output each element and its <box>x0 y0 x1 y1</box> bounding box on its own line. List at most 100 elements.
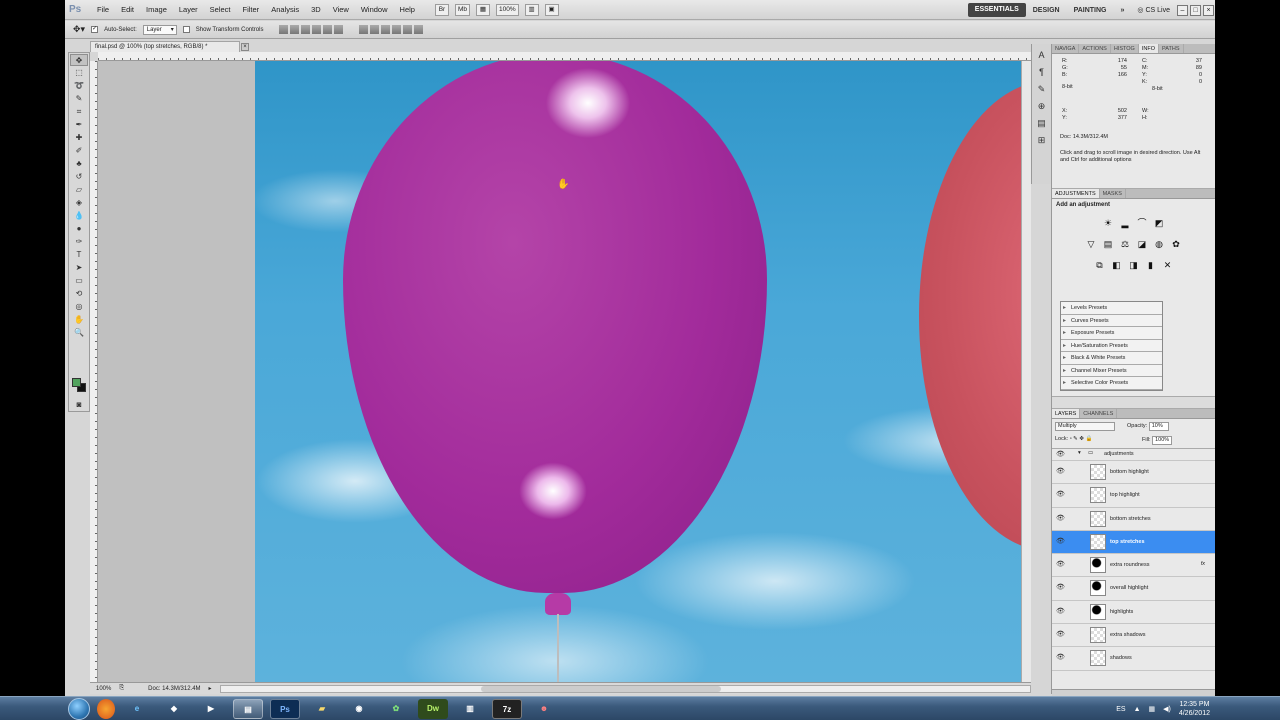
quick-mask-icon[interactable]: ◙ <box>70 399 88 411</box>
bird-app-icon[interactable]: ◉ <box>344 699 374 719</box>
move-tool-preset-icon[interactable]: ✥▾ <box>73 24 85 35</box>
shape-tool-icon[interactable]: ▭ <box>70 275 88 287</box>
clone-source-panel-icon[interactable]: ⊕ <box>1036 101 1048 112</box>
dodge-tool-icon[interactable]: ● <box>70 223 88 235</box>
horizontal-scroll-thumb[interactable] <box>480 685 721 692</box>
lock-transparency-icon[interactable]: ▫ <box>1070 436 1072 442</box>
layer-fx-badge[interactable]: fx <box>1201 561 1205 567</box>
visibility-eye-icon[interactable]: 👁 <box>1056 490 1065 498</box>
extras-icon[interactable]: ▦ <box>476 3 490 16</box>
zoom-readout-icon[interactable]: ⎘ <box>119 685 124 692</box>
distribute-bottom-icon[interactable] <box>381 25 391 34</box>
opacity-input[interactable]: 10% <box>1148 422 1169 431</box>
group-expand-icon[interactable]: ▾ <box>1078 450 1081 456</box>
3d-rotate-tool-icon[interactable]: ⟲ <box>70 288 88 300</box>
start-button[interactable] <box>68 697 90 720</box>
visibility-eye-icon[interactable]: 👁 <box>1056 467 1065 475</box>
media-player-icon[interactable]: ▶ <box>196 699 226 719</box>
distribute-hcenter-icon[interactable] <box>403 25 413 34</box>
pinned-app-icon[interactable]: ◆ <box>159 699 189 719</box>
layer-group-row[interactable]: 👁 ▾ ▭ adjustments <box>1052 449 1215 461</box>
menu-filter[interactable]: Filter <box>237 5 266 14</box>
align-bottom-icon[interactable] <box>301 25 311 34</box>
tab-paths[interactable]: PATHS <box>1159 44 1184 53</box>
black-white-icon[interactable]: ◪ <box>1137 239 1148 250</box>
visibility-eye-icon[interactable]: 👁 <box>1056 560 1065 568</box>
preset-channel-mixer[interactable]: Channel Mixer Presets <box>1061 365 1162 377</box>
paint-bucket-tool-icon[interactable]: ◈ <box>70 197 88 209</box>
transform-controls-checkbox[interactable] <box>182 26 190 33</box>
tray-arrow-icon[interactable]: ▲ <box>1134 706 1141 713</box>
blur-tool-icon[interactable]: 💧 <box>70 210 88 222</box>
distribute-top-icon[interactable] <box>359 25 369 34</box>
type-tool-icon[interactable]: T <box>70 249 88 261</box>
menu-layer[interactable]: Layer <box>173 5 204 14</box>
clock[interactable]: 12:35 PM 4/26/2012 <box>1179 700 1210 718</box>
history-brush-tool-icon[interactable]: ↺ <box>70 171 88 183</box>
align-hcenter-icon[interactable] <box>323 25 333 34</box>
align-vcenter-icon[interactable] <box>290 25 300 34</box>
paragraph-panel-icon[interactable]: ¶ <box>1036 67 1048 78</box>
tool-presets-panel-icon[interactable]: ⊞ <box>1036 135 1048 146</box>
visibility-eye-icon[interactable]: 👁 <box>1056 450 1065 458</box>
preset-hue-saturation[interactable]: Hue/Saturation Presets <box>1061 340 1162 352</box>
gradient-map-icon[interactable]: ▮ <box>1145 260 1156 271</box>
dreamweaver-taskbar-icon[interactable]: Dw <box>418 698 448 719</box>
crop-tool-icon[interactable]: ⌗ <box>70 106 88 118</box>
vibrance-icon[interactable]: ▽ <box>1086 239 1097 250</box>
invert-icon[interactable]: ⧉ <box>1094 260 1105 271</box>
preset-selective-color[interactable]: Selective Color Presets <box>1061 377 1162 390</box>
lock-position-icon[interactable]: ✥ <box>1079 436 1084 442</box>
visibility-eye-icon[interactable]: 👁 <box>1056 607 1065 615</box>
color-balance-icon[interactable]: ⚖ <box>1120 239 1131 250</box>
layer-row[interactable]: 👁 shadows <box>1052 647 1215 671</box>
brush-tool-icon[interactable]: ✐ <box>70 145 88 157</box>
levels-icon[interactable]: ▂ <box>1120 218 1131 229</box>
zoom-tool-icon[interactable]: 🔍 <box>70 327 88 339</box>
layer-row[interactable]: 👁 highlights <box>1052 601 1215 625</box>
tab-histogram[interactable]: HISTOG <box>1111 44 1139 53</box>
close-icon[interactable]: × <box>1203 4 1214 16</box>
hand-tool-icon[interactable]: ✋ <box>70 314 88 326</box>
exposure-icon[interactable]: ◩ <box>1154 218 1165 229</box>
visibility-eye-icon[interactable]: 👁 <box>1056 537 1065 545</box>
layer-row[interactable]: 👁 bottom highlight <box>1052 461 1215 485</box>
document-canvas[interactable]: ✋ <box>255 61 1021 682</box>
curves-icon[interactable]: ⌒ <box>1137 218 1148 229</box>
photoshop-taskbar-icon[interactable]: Ps <box>270 698 300 719</box>
channel-mixer-icon[interactable]: ✿ <box>1171 239 1182 250</box>
visibility-eye-icon[interactable]: 👁 <box>1056 514 1065 522</box>
arrange-documents-icon[interactable]: ▥ <box>524 3 539 16</box>
layer-row[interactable]: 👁 overall highlight <box>1052 577 1215 601</box>
marquee-tool-icon[interactable]: ⬚ <box>70 67 88 79</box>
selective-color-icon[interactable]: ✕ <box>1162 260 1173 271</box>
more-workspaces-button[interactable]: » <box>1114 7 1132 14</box>
auto-select-dropdown[interactable]: Layer <box>142 24 177 35</box>
tab-navigator[interactable]: NAVIGA <box>1052 44 1080 53</box>
3d-orbit-tool-icon[interactable]: ◎ <box>70 301 88 313</box>
preset-curves[interactable]: Curves Presets <box>1061 315 1162 327</box>
threshold-icon[interactable]: ◨ <box>1128 260 1139 271</box>
preset-black-white[interactable]: Black & White Presets <box>1061 352 1162 365</box>
fill-input[interactable]: 100% <box>1152 436 1173 445</box>
lock-all-icon[interactable]: 🔒 <box>1085 436 1092 442</box>
maximize-icon[interactable]: □ <box>1190 4 1201 16</box>
cs-live-button[interactable]: ◎ CS Live <box>1131 6 1176 14</box>
lasso-tool-icon[interactable]: ➰ <box>70 80 88 92</box>
menu-file[interactable]: File <box>91 5 115 14</box>
distribute-right-icon[interactable] <box>414 25 424 34</box>
book-app-icon[interactable]: ▥ <box>455 699 485 719</box>
lock-pixels-icon[interactable]: ✎ <box>1073 436 1078 442</box>
eyedropper-tool-icon[interactable]: ✒ <box>70 119 88 131</box>
posterize-icon[interactable]: ◧ <box>1111 260 1122 271</box>
visibility-eye-icon[interactable]: 👁 <box>1056 630 1065 638</box>
menu-3d[interactable]: 3D <box>305 5 327 14</box>
minimize-icon[interactable]: – <box>1177 4 1188 16</box>
brush-panel-icon[interactable]: ✎ <box>1036 84 1048 95</box>
tab-info[interactable]: INFO <box>1138 44 1159 53</box>
mini-bridge-icon[interactable]: Mb <box>454 3 470 16</box>
language-indicator[interactable]: ES <box>1116 706 1125 713</box>
blend-mode-select[interactable]: Multiply <box>1055 422 1115 431</box>
visibility-eye-icon[interactable]: 👁 <box>1056 583 1065 591</box>
7zip-taskbar-icon[interactable]: 7z <box>492 698 522 719</box>
